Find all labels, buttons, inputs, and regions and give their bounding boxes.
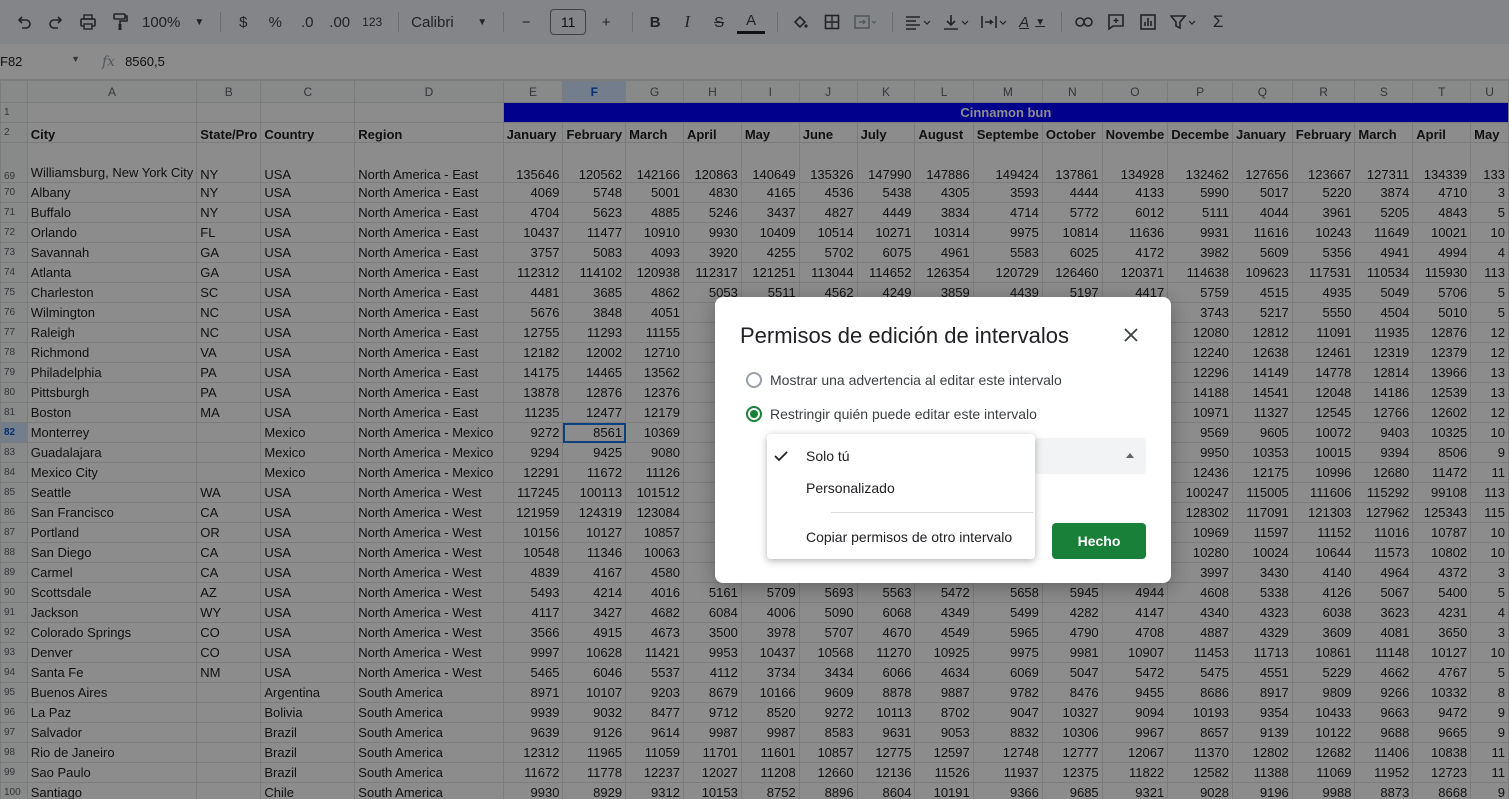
- radio-checked[interactable]: [746, 406, 762, 422]
- menu-item-only-you[interactable]: Solo tú: [767, 440, 1035, 472]
- chevron-up-icon: [1126, 453, 1134, 458]
- warn-option-label: Mostrar una advertencia al editar este i…: [770, 372, 1062, 388]
- restrict-option-label: Restringir quién puede editar este inter…: [770, 406, 1037, 422]
- done-button[interactable]: Hecho: [1052, 523, 1146, 559]
- menu-item-custom[interactable]: Personalizado: [767, 472, 1035, 504]
- editors-dropdown-menu: Solo tú Personalizado Copiar permisos de…: [767, 434, 1035, 559]
- menu-item-label: Copiar permisos de otro intervalo: [806, 529, 1013, 545]
- warn-option[interactable]: Mostrar una advertencia al editar este i…: [746, 372, 1062, 388]
- menu-item-label: Personalizado: [806, 480, 895, 496]
- menu-divider: [831, 512, 1033, 513]
- menu-item-copy-permissions[interactable]: Copiar permisos de otro intervalo: [767, 521, 1035, 553]
- radio-unchecked[interactable]: [746, 372, 762, 388]
- check-icon: [773, 448, 789, 464]
- sheets-app: 100% ▼ $ % .0 .00 123 Calibri ▼ − 11 + B I…: [0, 0, 1509, 799]
- editors-select[interactable]: [1035, 438, 1146, 474]
- restrict-option[interactable]: Restringir quién puede editar este inter…: [746, 406, 1037, 422]
- close-icon[interactable]: [1119, 323, 1143, 347]
- menu-item-label: Solo tú: [806, 448, 850, 464]
- dialog-title: Permisos de edición de intervalos: [740, 323, 1069, 348]
